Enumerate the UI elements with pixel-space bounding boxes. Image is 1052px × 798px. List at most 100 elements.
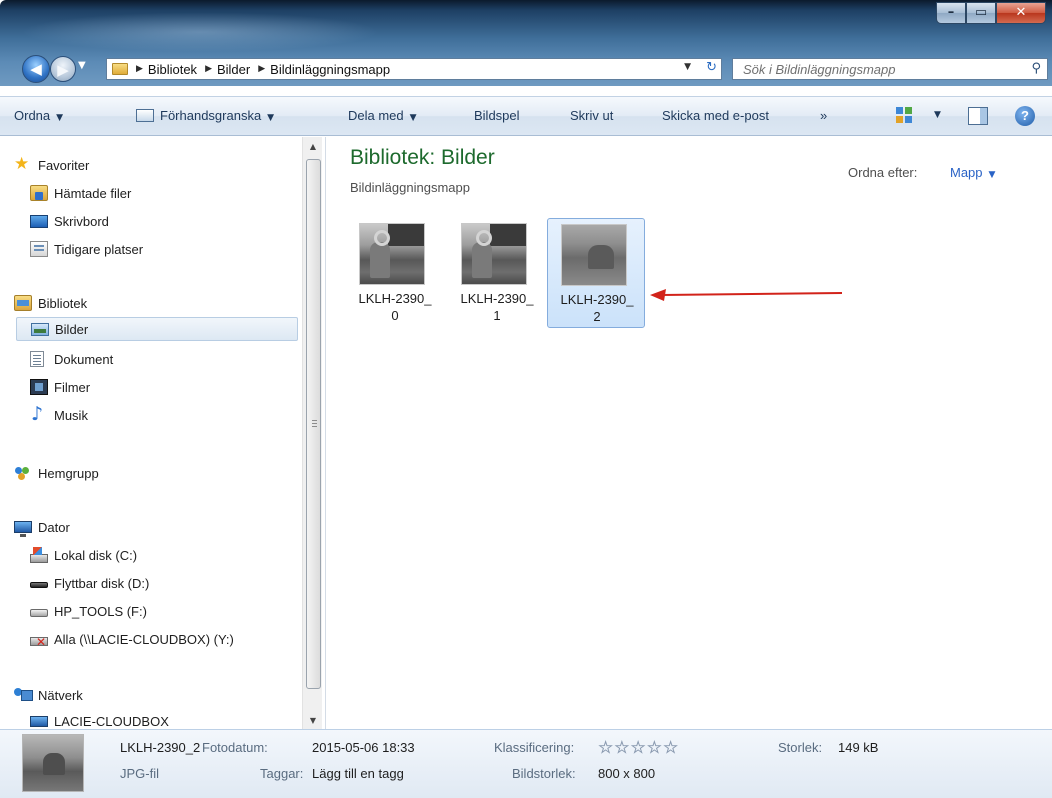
back-button[interactable]: ◀: [22, 55, 50, 83]
breadcrumb-separator-icon[interactable]: ▶: [205, 64, 212, 74]
sidebar-item-label: Skrivbord: [54, 213, 109, 229]
scroll-down-icon[interactable]: ▼: [303, 713, 323, 729]
file-name-line: 1: [493, 308, 501, 323]
sidebar-item-homegroup[interactable]: Hemgrupp: [14, 461, 99, 485]
address-history-dropdown[interactable]: ▼: [684, 62, 691, 72]
navigation-scrollbar[interactable]: ▲ ▼: [302, 137, 322, 729]
sidebar-item-pictures[interactable]: Bilder: [16, 317, 298, 341]
thumbnail-basket: [374, 230, 390, 246]
image-thumbnail: [561, 224, 627, 286]
recent-pages-dropdown[interactable]: ▼: [78, 60, 86, 71]
more-commands-button[interactable]: »: [820, 108, 827, 123]
star-icon: [14, 154, 32, 174]
print-button[interactable]: Skriv ut: [570, 108, 613, 123]
detail-file-type: JPG-fil: [120, 766, 159, 781]
sidebar-item-libraries[interactable]: Bibliotek: [14, 291, 87, 315]
hard-drive-icon: [30, 609, 48, 617]
breadcrumb-bibliotek[interactable]: Bibliotek: [148, 62, 197, 77]
file-name-line: LKLH-2390_: [560, 292, 634, 307]
sidebar-item-label: Lokal disk (C:): [54, 547, 138, 563]
forward-button[interactable]: ▶: [50, 56, 76, 82]
slideshow-button[interactable]: Bildspel: [474, 108, 520, 123]
refresh-icon[interactable]: ↻: [706, 60, 717, 75]
title-bar-glow: [20, 12, 380, 52]
sidebar-item-music[interactable]: Musik: [30, 403, 88, 427]
dimensions-label: Bildstorlek:: [512, 766, 576, 781]
sidebar-item-label: Dator: [38, 519, 70, 535]
sidebar-item-label: HP_TOOLS (F:): [54, 603, 147, 619]
sidebar-item-drive-c[interactable]: Lokal disk (C:): [30, 543, 137, 567]
breadcrumb-bilder[interactable]: Bilder: [217, 62, 250, 77]
organize-button[interactable]: Ordna ▼: [14, 108, 63, 123]
sidebar-item-drive-d[interactable]: Flyttbar disk (D:): [30, 571, 149, 595]
file-item[interactable]: LKLH-2390_ 0: [346, 218, 444, 328]
library-subtitle: Bildinläggningsmapp: [350, 180, 470, 195]
command-bar: Ordna ▼ Förhandsgranska ▼ Dela med ▼ Bildsp…: [0, 96, 1052, 136]
sidebar-item-label: Dokument: [54, 351, 114, 367]
maximize-button[interactable]: ▭: [966, 2, 996, 24]
arrow-shaft: [661, 292, 843, 296]
folder-icon: [112, 63, 128, 75]
local-disk-icon: [30, 546, 48, 563]
scrollbar-grip-icon: [312, 420, 317, 427]
photo-date-value[interactable]: 2015-05-06 18:33: [312, 740, 415, 755]
preview-pane-icon[interactable]: [968, 107, 988, 125]
chevron-down-icon: ▼: [267, 113, 275, 123]
removable-disk-icon: [30, 582, 48, 588]
sidebar-item-drive-f[interactable]: HP_TOOLS (F:): [30, 599, 147, 623]
sidebar-item-videos[interactable]: Filmer: [30, 375, 90, 399]
chevron-down-icon[interactable]: ▼: [934, 110, 941, 120]
minimize-button[interactable]: –: [936, 2, 966, 24]
file-name-line: LKLH-2390_: [358, 291, 432, 306]
breadcrumb-separator-icon[interactable]: ▶: [258, 64, 265, 74]
sidebar-item-favorites[interactable]: Favoriter: [14, 153, 89, 177]
pane-divider[interactable]: [325, 137, 326, 729]
breadcrumb-bildinlaggningsmapp[interactable]: Bildinläggningsmapp: [270, 62, 390, 77]
search-input[interactable]: [733, 59, 1013, 79]
file-item[interactable]: LKLH-2390_ 1: [448, 218, 546, 328]
email-button[interactable]: Skicka med e-post: [662, 108, 769, 123]
thumbnail-figure: [472, 242, 492, 278]
sidebar-item-drive-y[interactable]: Alla (\\LACIE-CLOUDBOX) (Y:): [30, 627, 234, 651]
sidebar-item-documents[interactable]: Dokument: [30, 347, 113, 371]
title-bar: – ▭ ✕ ◀ ▶ ▼ ▶ Bibliotek ▶ Bilder ▶ Bildi…: [0, 0, 1052, 86]
file-item-selected[interactable]: LKLH-2390_ 2: [547, 218, 645, 328]
scroll-up-icon[interactable]: ▲: [303, 139, 323, 155]
chevron-down-icon: ▼: [409, 113, 417, 123]
arrange-by-value: Mapp: [950, 165, 983, 180]
sidebar-item-label: Bilder: [55, 321, 89, 337]
sidebar-item-label: Hämtade filer: [54, 185, 132, 201]
sidebar-item-lacie-cloudbox[interactable]: LACIE-CLOUDBOX: [30, 709, 169, 729]
film-icon: [30, 379, 48, 395]
file-name: LKLH-2390_ 0: [346, 290, 444, 324]
search-box[interactable]: ⚲: [732, 58, 1048, 80]
tags-value[interactable]: Lägg till en tagg: [312, 766, 404, 781]
network-computer-icon: [30, 715, 48, 727]
sidebar-item-network[interactable]: Nätverk: [14, 683, 83, 707]
scrollbar-thumb[interactable]: [306, 159, 321, 689]
close-button[interactable]: ✕: [996, 2, 1046, 24]
address-bar[interactable]: ▶ Bibliotek ▶ Bilder ▶ Bildinläggningsma…: [106, 58, 722, 80]
rating-stars[interactable]: ☆☆☆☆☆: [598, 738, 679, 759]
preview-label: Förhandsgranska: [160, 108, 262, 123]
view-tile-icon: [905, 107, 912, 114]
breadcrumb-separator-icon[interactable]: ▶: [136, 64, 143, 74]
preview-button[interactable]: Förhandsgranska ▼: [136, 108, 274, 123]
annotation-arrow: [650, 289, 843, 301]
homegroup-icon: [14, 465, 32, 481]
window-controls: – ▭ ✕: [936, 2, 1046, 24]
sidebar-item-desktop[interactable]: Skrivbord: [30, 209, 109, 233]
file-name-line: LKLH-2390_: [460, 291, 534, 306]
sidebar-item-recent-places[interactable]: Tidigare platser: [30, 237, 143, 261]
help-icon[interactable]: ?: [1015, 106, 1035, 126]
sidebar-item-downloads[interactable]: Hämtade filer: [30, 181, 131, 205]
arrange-by-dropdown[interactable]: Mapp ▼: [950, 165, 995, 180]
navigation-bar: ◀ ▶ ▼ ▶ Bibliotek ▶ Bilder ▶ Bildinläggn…: [0, 52, 1052, 86]
view-tile-icon: [896, 116, 903, 123]
view-tile-icon: [896, 107, 903, 114]
search-icon[interactable]: ⚲: [1031, 61, 1041, 76]
sidebar-item-computer[interactable]: Dator: [14, 515, 70, 539]
share-button[interactable]: Dela med ▼: [348, 108, 417, 123]
photo-date-label: Fotodatum:: [202, 740, 268, 755]
change-view-icon[interactable]: [896, 107, 914, 125]
